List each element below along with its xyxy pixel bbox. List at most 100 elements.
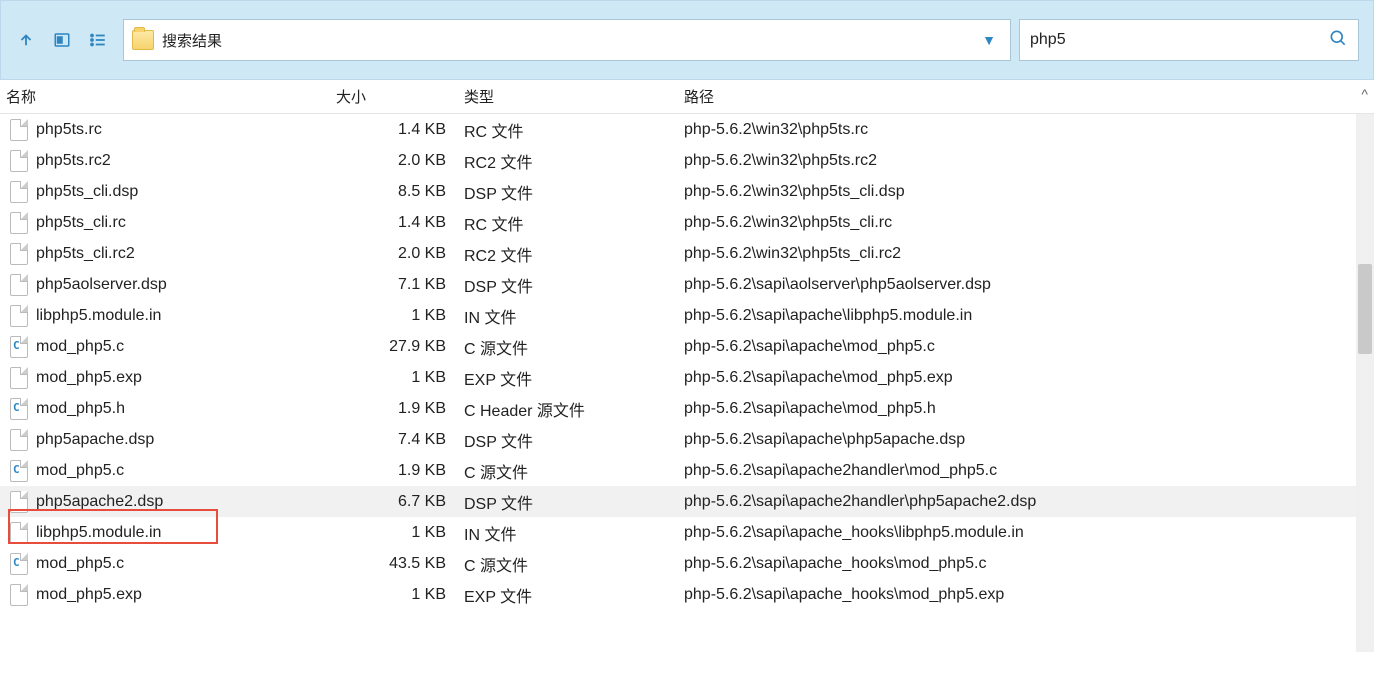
cell-type: EXP 文件	[464, 583, 684, 607]
cell-size: 1 KB	[336, 524, 464, 542]
cell-path: php-5.6.2\win32\php5ts_cli.rc2	[684, 245, 1374, 263]
table-row[interactable]: php5aolserver.dsp7.1 KBDSP 文件php-5.6.2\s…	[0, 269, 1374, 300]
table-row[interactable]: libphp5.module.in 1 KBIN 文件php-5.6.2\sapi…	[0, 300, 1374, 331]
file-name-label: mod_php5.h	[36, 400, 125, 418]
toolbar: 搜索结果 ▼	[0, 0, 1374, 80]
cell-path: php-5.6.2\sapi\apache_hooks\mod_php5.c	[684, 555, 1374, 573]
cell-type: DSP 文件	[464, 273, 684, 297]
file-icon	[10, 274, 28, 296]
table-row[interactable]: mod_php5.exp1 KBEXP 文件php-5.6.2\sapi\apa…	[0, 362, 1374, 393]
table-row[interactable]: php5ts.rc1.4 KBRC 文件php-5.6.2\win32\php5…	[0, 114, 1374, 145]
cell-path: php-5.6.2\sapi\apache\mod_php5.c	[684, 338, 1374, 356]
chevron-down-icon[interactable]: ▼	[976, 32, 1002, 48]
table-row[interactable]: php5ts_cli.rc 1.4 KBRC 文件php-5.6.2\win32\…	[0, 207, 1374, 238]
file-list: php5ts.rc1.4 KBRC 文件php-5.6.2\win32\php5…	[0, 114, 1374, 610]
column-header-row: 名称 大小 类型 路径 ^	[0, 80, 1374, 114]
table-row[interactable]: php5ts.rc22.0 KBRC2 文件php-5.6.2\win32\ph…	[0, 145, 1374, 176]
file-name-label: php5ts.rc	[36, 121, 102, 139]
cell-name: mod_php5.c	[10, 460, 336, 482]
cell-type: RC 文件	[464, 211, 684, 235]
cell-path: php-5.6.2\sapi\apache\php5apache.dsp	[684, 431, 1374, 449]
file-icon	[10, 119, 28, 141]
column-header-name-label: 名称	[6, 89, 36, 106]
cell-type: RC2 文件	[464, 149, 684, 173]
cell-name: php5ts_cli.rc2	[10, 243, 336, 265]
path-label: 搜索结果	[162, 30, 968, 51]
path-box[interactable]: 搜索结果 ▼	[123, 19, 1011, 61]
cell-size: 7.1 KB	[336, 276, 464, 294]
cell-name: mod_php5.c	[10, 553, 336, 575]
cell-type: C Header 源文件	[464, 397, 684, 421]
table-row[interactable]: mod_php5.c27.9 KBC 源文件php-5.6.2\sapi\apa…	[0, 331, 1374, 362]
cell-path: php-5.6.2\sapi\apache\libphp5.module.in	[684, 307, 1374, 325]
file-name-label: libphp5.module.in	[36, 524, 161, 542]
cell-type: C 源文件	[464, 459, 684, 483]
cell-name: mod_php5.c	[10, 336, 336, 358]
cell-name: php5ts_cli.dsp	[10, 181, 336, 203]
table-row[interactable]: mod_php5.exp 1 KBEXP 文件php-5.6.2\sapi\apa…	[0, 579, 1374, 610]
file-name-label: libphp5.module.in	[36, 307, 161, 325]
vertical-scrollbar[interactable]	[1356, 114, 1374, 652]
column-header-type[interactable]: 类型	[464, 86, 684, 107]
table-row[interactable]: php5apache.dsp7.4 KBDSP 文件php-5.6.2\sapi…	[0, 424, 1374, 455]
cell-path: php-5.6.2\win32\php5ts_cli.dsp	[684, 183, 1374, 201]
file-name-label: mod_php5.exp	[36, 586, 142, 604]
cell-type: EXP 文件	[464, 366, 684, 390]
column-header-name[interactable]: 名称	[6, 86, 336, 107]
file-icon	[10, 491, 28, 513]
file-icon	[10, 429, 28, 451]
file-icon	[10, 212, 28, 234]
c-file-icon	[10, 460, 28, 482]
search-icon[interactable]	[1328, 28, 1348, 52]
cell-size: 1.4 KB	[336, 121, 464, 139]
cell-type: DSP 文件	[464, 428, 684, 452]
details-view-icon[interactable]	[51, 29, 73, 51]
cell-size: 1 KB	[336, 369, 464, 387]
column-header-size[interactable]: 大小	[336, 86, 464, 107]
cell-name: mod_php5.exp	[10, 367, 336, 389]
file-icon	[10, 367, 28, 389]
table-row[interactable]: php5apache2.dsp6.7 KBDSP 文件php-5.6.2\sap…	[0, 486, 1374, 517]
up-arrow-icon[interactable]	[15, 29, 37, 51]
file-icon	[10, 305, 28, 327]
search-box[interactable]	[1019, 19, 1359, 61]
cell-name: mod_php5.exp	[10, 584, 336, 606]
cell-path: php-5.6.2\win32\php5ts.rc2	[684, 152, 1374, 170]
table-row[interactable]: php5ts_cli.dsp8.5 KBDSP 文件php-5.6.2\win3…	[0, 176, 1374, 207]
cell-type: RC 文件	[464, 118, 684, 142]
scroll-up-arrow-icon[interactable]: ^	[1361, 86, 1368, 102]
cell-path: php-5.6.2\sapi\apache2handler\php5apache…	[684, 493, 1374, 511]
cell-size: 1.4 KB	[336, 214, 464, 232]
cell-path: php-5.6.2\sapi\apache_hooks\libphp5.modu…	[684, 524, 1374, 542]
cell-size: 27.9 KB	[336, 338, 464, 356]
file-icon	[10, 584, 28, 606]
cell-size: 1 KB	[336, 586, 464, 604]
list-view-icon[interactable]	[87, 29, 109, 51]
file-name-label: php5apache2.dsp	[36, 493, 163, 511]
file-name-label: mod_php5.exp	[36, 369, 142, 387]
column-header-path[interactable]: 路径	[684, 86, 1374, 107]
cell-name: php5apache.dsp	[10, 429, 336, 451]
file-name-label: mod_php5.c	[36, 338, 124, 356]
table-row[interactable]: mod_php5.c43.5 KBC 源文件php-5.6.2\sapi\apa…	[0, 548, 1374, 579]
table-row[interactable]: mod_php5.c1.9 KBC 源文件php-5.6.2\sapi\apac…	[0, 455, 1374, 486]
scrollbar-thumb[interactable]	[1358, 264, 1372, 354]
cell-size: 6.7 KB	[336, 493, 464, 511]
table-row[interactable]: php5ts_cli.rc22.0 KBRC2 文件php-5.6.2\win3…	[0, 238, 1374, 269]
search-input[interactable]	[1030, 31, 1328, 49]
table-row[interactable]: libphp5.module.in 1 KBIN 文件php-5.6.2\sapi…	[0, 517, 1374, 548]
file-name-label: mod_php5.c	[36, 555, 124, 573]
file-icon	[10, 181, 28, 203]
cell-size: 1.9 KB	[336, 400, 464, 418]
cell-path: php-5.6.2\win32\php5ts_cli.rc	[684, 214, 1374, 232]
cell-size: 2.0 KB	[336, 152, 464, 170]
cell-type: RC2 文件	[464, 242, 684, 266]
toolbar-icons	[15, 29, 115, 51]
cell-size: 1 KB	[336, 307, 464, 325]
cell-type: IN 文件	[464, 304, 684, 328]
table-row[interactable]: mod_php5.h1.9 KBC Header 源文件php-5.6.2\sa…	[0, 393, 1374, 424]
file-name-label: php5ts_cli.rc	[36, 214, 126, 232]
cell-path: php-5.6.2\sapi\apache_hooks\mod_php5.exp	[684, 586, 1374, 604]
cell-type: IN 文件	[464, 521, 684, 545]
file-name-label: php5ts_cli.dsp	[36, 183, 138, 201]
